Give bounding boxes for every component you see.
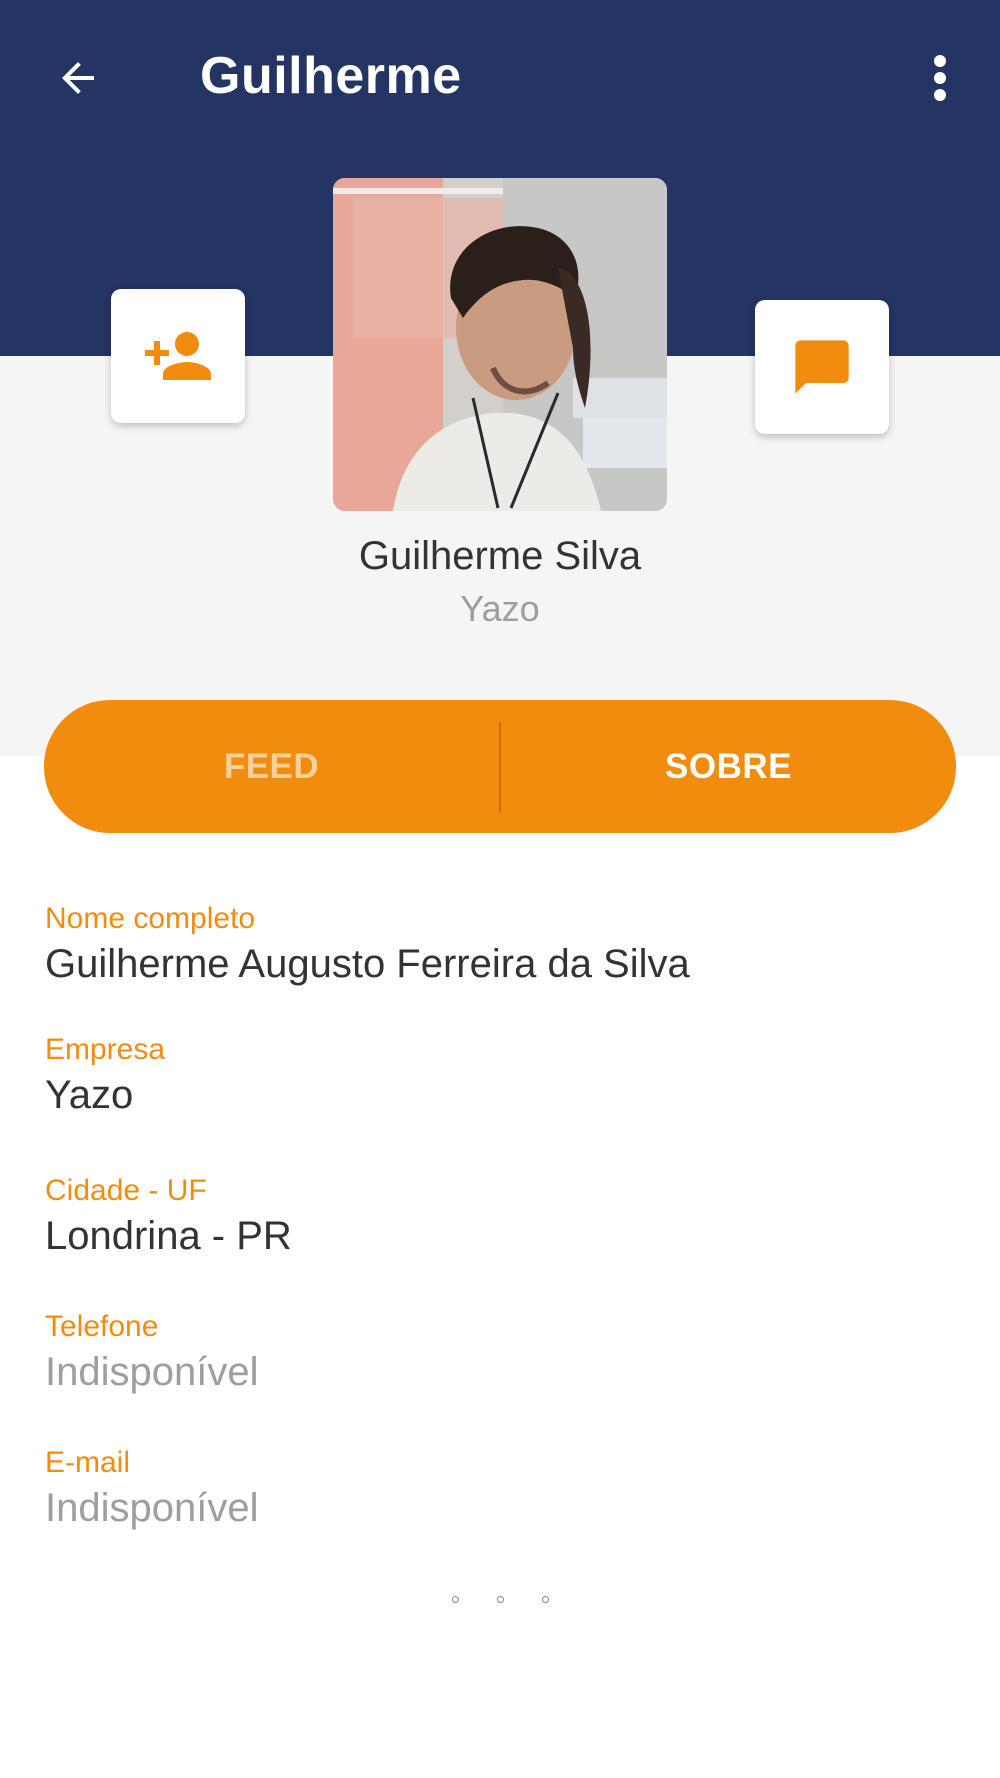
tab-sobre[interactable]: SOBRE — [501, 700, 956, 833]
more-vert-icon — [934, 55, 946, 101]
chat-bubble-icon — [795, 340, 849, 394]
full-name-label: Nome completo — [45, 902, 256, 935]
loading-indicator — [0, 1596, 1000, 1612]
email-label: E-mail — [45, 1446, 131, 1479]
person-add-icon — [145, 332, 211, 380]
profile-tabs: FEED SOBRE — [44, 700, 956, 833]
back-button[interactable] — [48, 48, 108, 108]
arrow-back-icon — [62, 62, 94, 94]
loading-dot — [451, 1596, 459, 1603]
company-value: Yazo — [45, 1073, 134, 1117]
company-label: Empresa — [45, 1033, 166, 1066]
city-value: Londrina - PR — [45, 1214, 292, 1258]
email-value: Indisponível — [45, 1486, 259, 1530]
more-options-button[interactable] — [916, 48, 964, 108]
loading-dot — [496, 1596, 504, 1603]
chat-button[interactable] — [755, 300, 889, 434]
full-name-value: Guilherme Augusto Ferreira da Silva — [45, 942, 690, 986]
page-title: Guilherme — [200, 47, 462, 105]
tab-feed[interactable]: FEED — [44, 700, 499, 833]
profile-photo — [333, 178, 667, 511]
add-contact-button[interactable] — [111, 289, 245, 423]
phone-value: Indisponível — [45, 1350, 259, 1394]
profile-company: Yazo — [460, 588, 540, 629]
phone-label: Telefone — [45, 1310, 159, 1343]
loading-dot — [541, 1596, 549, 1603]
profile-name: Guilherme Silva — [358, 534, 642, 578]
city-label: Cidade - UF — [45, 1174, 207, 1207]
